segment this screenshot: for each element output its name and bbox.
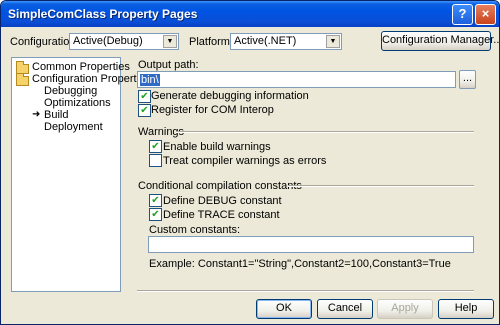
tree-item-debugging[interactable]: Debugging [44, 85, 97, 97]
enable-warnings-label: Enable build warnings [163, 141, 271, 153]
define-trace-checkbox[interactable]: ✔ [149, 208, 162, 221]
generate-debug-label: Generate debugging information [151, 90, 309, 102]
tree-item-label: Debugging [44, 85, 98, 97]
define-debug-label: Define DEBUG constant [163, 195, 282, 207]
tree-item-label: Optimizations [44, 97, 111, 109]
configuration-value: Active(Debug) [73, 35, 143, 47]
enable-warnings-checkbox[interactable]: ✔ [149, 140, 162, 153]
category-tree[interactable]: Common Properties Configuration Properti… [11, 57, 151, 292]
browse-button[interactable]: ... [459, 70, 476, 89]
chevron-down-icon: ▼ [163, 35, 177, 48]
property-pages-window: SimpleComClass Property Pages ? × Config… [0, 0, 500, 325]
define-trace-label: Define TRACE constant [163, 209, 280, 221]
warnings-divider [176, 131, 474, 133]
treat-warnings-label: Treat compiler warnings as errors [163, 155, 327, 167]
tree-item-optimizations[interactable]: Optimizations [44, 97, 111, 109]
cancel-button[interactable]: Cancel [317, 299, 373, 319]
output-path-input[interactable]: bin\ [137, 71, 456, 88]
register-com-label: Register for COM Interop [151, 104, 274, 116]
tree-item-label: Configuration Properties [32, 73, 151, 85]
help-title-button[interactable]: ? [452, 4, 473, 25]
conditional-header: Conditional compilation constants [138, 180, 302, 192]
open-folder-icon [16, 73, 29, 86]
tree-item-label: Build [44, 109, 69, 121]
example-text: Example: Constant1="String",Constant2=10… [149, 258, 451, 270]
close-button[interactable]: × [475, 4, 496, 25]
output-path-value: bin\ [140, 74, 160, 86]
register-com-checkbox[interactable]: ✔ [138, 104, 151, 117]
apply-button[interactable]: Apply [377, 299, 433, 319]
platform-label: Platform: [189, 36, 234, 48]
bottom-divider [137, 290, 474, 292]
window-title: SimpleComClass Property Pages [8, 7, 198, 21]
configuration-select[interactable]: Active(Debug) ▼ [69, 33, 179, 50]
ok-button[interactable]: OK [256, 299, 312, 319]
help-button[interactable]: Help [438, 299, 494, 319]
chevron-down-icon: ▼ [326, 35, 340, 48]
tree-item-deployment[interactable]: Deployment [44, 121, 103, 133]
generate-debug-checkbox[interactable]: ✔ [138, 90, 151, 103]
platform-select[interactable]: Active(.NET) ▼ [230, 33, 342, 50]
output-path-label: Output path: [138, 59, 199, 71]
tree-item-label: Common Properties [32, 61, 130, 73]
selection-arrow-icon: ➜ [32, 109, 41, 120]
custom-constants-label: Custom constants: [149, 224, 241, 236]
custom-constants-input[interactable] [148, 236, 474, 253]
conditional-divider [288, 185, 474, 187]
platform-value: Active(.NET) [234, 35, 297, 47]
title-bar[interactable]: SimpleComClass Property Pages ? × [1, 1, 499, 27]
configuration-manager-button[interactable]: Configuration Manager... [381, 31, 499, 51]
define-debug-checkbox[interactable]: ✔ [149, 194, 162, 207]
tree-item-label: Deployment [44, 121, 103, 133]
treat-warnings-checkbox[interactable] [149, 154, 162, 167]
